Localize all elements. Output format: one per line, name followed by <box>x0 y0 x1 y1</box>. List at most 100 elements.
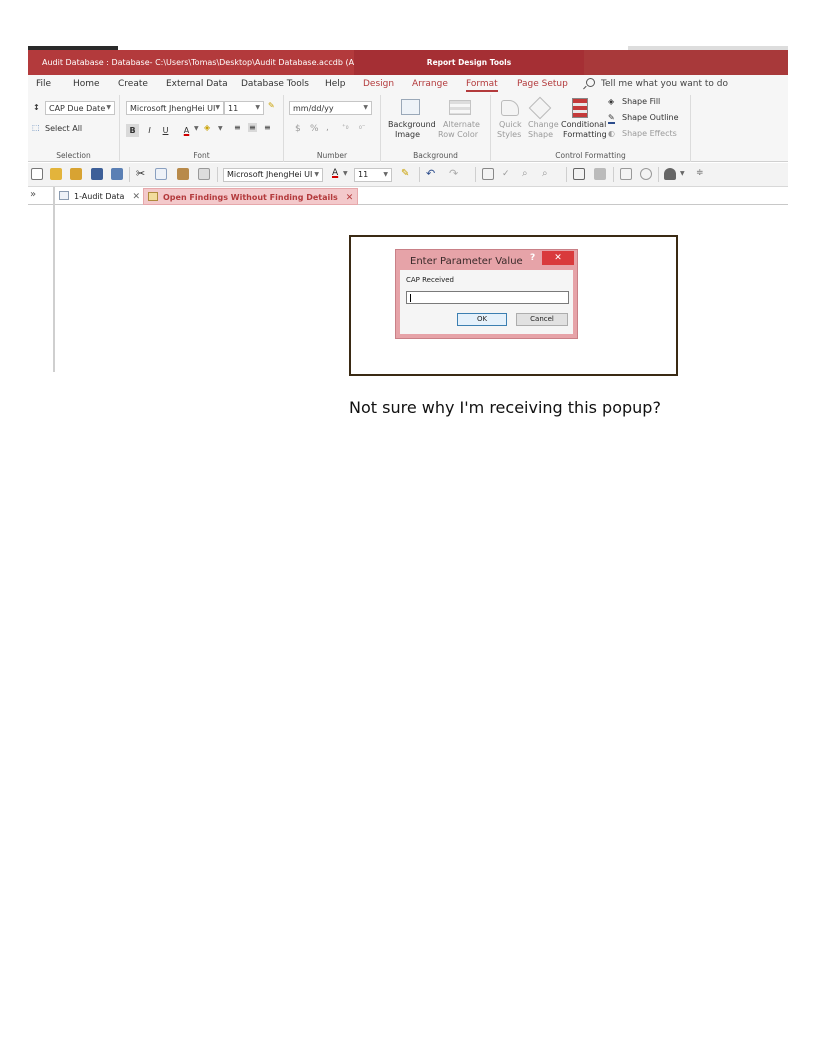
tab-design[interactable]: Design <box>363 79 394 89</box>
tab-create[interactable]: Create <box>118 79 148 89</box>
parameter-prompt: CAP Received <box>406 276 454 284</box>
qat-font-color-arrow[interactable]: ▼ <box>343 170 348 177</box>
paste-icon[interactable] <box>177 168 189 180</box>
qat-font-dropdown[interactable]: Microsoft JhengHei UI ▼ <box>223 168 323 182</box>
qat-font-color-button[interactable]: A <box>332 168 338 178</box>
find-icon[interactable]: ⌕ <box>522 168 534 180</box>
close-tab-icon[interactable]: ✕ <box>346 193 354 203</box>
redo-icon[interactable]: ↷ <box>449 168 461 180</box>
underline-button[interactable]: U <box>159 124 172 137</box>
shape-effects-icon[interactable]: ◐ <box>608 129 615 138</box>
copy-icon[interactable] <box>155 168 167 180</box>
doc-tab-audit-data[interactable]: 1-Audit Data ✕ <box>55 188 144 205</box>
tab-arrange[interactable]: Arrange <box>412 79 448 89</box>
font-size-dropdown[interactable]: 11 ▼ <box>224 101 264 115</box>
bold-button[interactable]: B <box>126 124 139 137</box>
search-icon <box>586 78 595 87</box>
font-name-dropdown[interactable]: Microsoft JhengHei UI ▼ <box>126 101 224 115</box>
quick-styles-label-2[interactable]: Styles <box>497 130 521 139</box>
folder-icon[interactable] <box>70 168 82 180</box>
save-as-icon[interactable] <box>111 168 123 180</box>
title-decoration <box>584 50 788 75</box>
select-all-button[interactable]: Select All <box>45 124 82 133</box>
align-center-icon[interactable]: ≡ <box>248 123 257 132</box>
shape-effects-button[interactable]: Shape Effects <box>622 129 677 138</box>
cancel-button[interactable]: Cancel <box>516 313 568 326</box>
alternate-row-label-1[interactable]: Alternate <box>443 120 480 129</box>
select-all-icon: ⬚ <box>32 123 40 132</box>
format-painter-icon[interactable]: ✎ <box>268 101 275 110</box>
tab-help[interactable]: Help <box>325 79 346 89</box>
group-control-formatting: Quick Styles Change Shape Conditional Fo… <box>491 95 691 162</box>
fill-color-arrow[interactable]: ▼ <box>218 125 223 132</box>
change-shape-label-1[interactable]: Change <box>528 120 559 129</box>
object-dropdown[interactable]: CAP Due Date ▼ <box>45 101 115 115</box>
fill-color-icon[interactable]: ◈ <box>204 123 210 132</box>
font-color-button[interactable]: A <box>180 124 193 137</box>
conditional-formatting-label-2[interactable]: Formatting <box>563 130 607 139</box>
change-shape-icon[interactable] <box>528 96 552 120</box>
shape-outline-button[interactable]: Shape Outline <box>622 113 679 122</box>
doc-tab-open-findings[interactable]: Open Findings Without Finding Details ✕ <box>143 188 359 205</box>
doc-tab-label: 1-Audit Data <box>74 192 125 201</box>
background-image-icon[interactable] <box>401 99 420 115</box>
change-shape-label-2[interactable]: Shape <box>528 130 553 139</box>
zoom-icon[interactable]: ⌕ <box>542 168 554 180</box>
title-bar: Audit Database : Database- C:\Users\Toma… <box>28 50 788 75</box>
alternate-row-color-icon[interactable] <box>449 100 471 115</box>
tab-file[interactable]: File <box>36 79 51 89</box>
background-image-label-2[interactable]: Image <box>395 130 420 139</box>
tab-external-data[interactable]: External Data <box>166 79 228 89</box>
percent-button[interactable]: % <box>310 124 319 134</box>
increase-decimals-icon[interactable]: ⁺₀ <box>342 123 349 131</box>
touch-mode-icon[interactable] <box>664 168 676 180</box>
qat-format-painter-icon[interactable]: ✎ <box>401 168 413 180</box>
align-left-icon[interactable]: ≡ <box>234 123 241 132</box>
shape-fill-icon[interactable]: ◈ <box>608 97 614 106</box>
qat-size-dropdown[interactable]: 11 ▼ <box>354 168 392 182</box>
doc-tab-label: Open Findings Without Finding Details <box>163 193 338 202</box>
number-format-dropdown[interactable]: mm/dd/yy ▼ <box>289 101 372 115</box>
shape-outline-icon[interactable]: ✎ <box>608 113 615 124</box>
format-icon[interactable] <box>198 168 210 180</box>
nav-pane-expand-icon[interactable]: » <box>30 189 36 200</box>
tab-page-setup[interactable]: Page Setup <box>517 79 568 89</box>
tell-me-box[interactable]: Tell me what you want to do <box>586 78 728 89</box>
quick-styles-icon[interactable] <box>501 100 519 116</box>
cut-icon[interactable]: ✂ <box>136 168 148 180</box>
help-button[interactable]: ? <box>530 253 535 263</box>
tab-home[interactable]: Home <box>73 79 100 89</box>
spelling-icon[interactable]: ✓ <box>502 168 514 180</box>
quick-styles-label-1[interactable]: Quick <box>499 120 522 129</box>
align-right-icon[interactable]: ≡ <box>264 123 271 132</box>
quick-print-icon[interactable] <box>594 168 606 180</box>
background-image-label-1[interactable]: Background <box>388 120 436 129</box>
tab-database-tools[interactable]: Database Tools <box>241 79 309 89</box>
save-icon[interactable] <box>91 168 103 180</box>
customize-qat-icon[interactable]: ≑ <box>696 168 704 178</box>
properties-icon[interactable] <box>620 168 632 180</box>
currency-button[interactable]: $ <box>295 124 301 134</box>
alternate-row-label-2[interactable]: Row Color <box>438 130 478 139</box>
open-folder-icon[interactable] <box>50 168 62 180</box>
tab-format[interactable]: Format <box>466 79 498 92</box>
undo-icon[interactable]: ↶ <box>426 168 438 180</box>
comma-button[interactable]: , <box>326 123 329 133</box>
parameter-input[interactable] <box>406 291 569 304</box>
conditional-formatting-icon[interactable] <box>572 98 588 118</box>
print-preview-icon[interactable] <box>573 168 585 180</box>
group-font: Microsoft JhengHei UI ▼ 11 ▼ ✎ B I U A ▼ ◈… <box>120 95 284 162</box>
font-color-arrow[interactable]: ▼ <box>194 125 199 132</box>
close-tab-icon[interactable]: ✕ <box>132 192 140 202</box>
shape-fill-button[interactable]: Shape Fill <box>622 97 660 106</box>
close-button[interactable]: ✕ <box>542 251 574 265</box>
report-icon <box>148 192 158 201</box>
print-icon[interactable] <box>482 168 494 180</box>
decrease-decimals-icon[interactable]: ₀⁻ <box>359 123 366 131</box>
conditional-formatting-label-1[interactable]: Conditional <box>561 120 606 129</box>
italic-button[interactable]: I <box>143 124 156 137</box>
ok-button[interactable]: OK <box>457 313 507 326</box>
new-icon[interactable] <box>31 168 43 180</box>
touch-arrow-icon[interactable]: ▼ <box>680 170 685 177</box>
refresh-icon[interactable] <box>640 168 652 180</box>
